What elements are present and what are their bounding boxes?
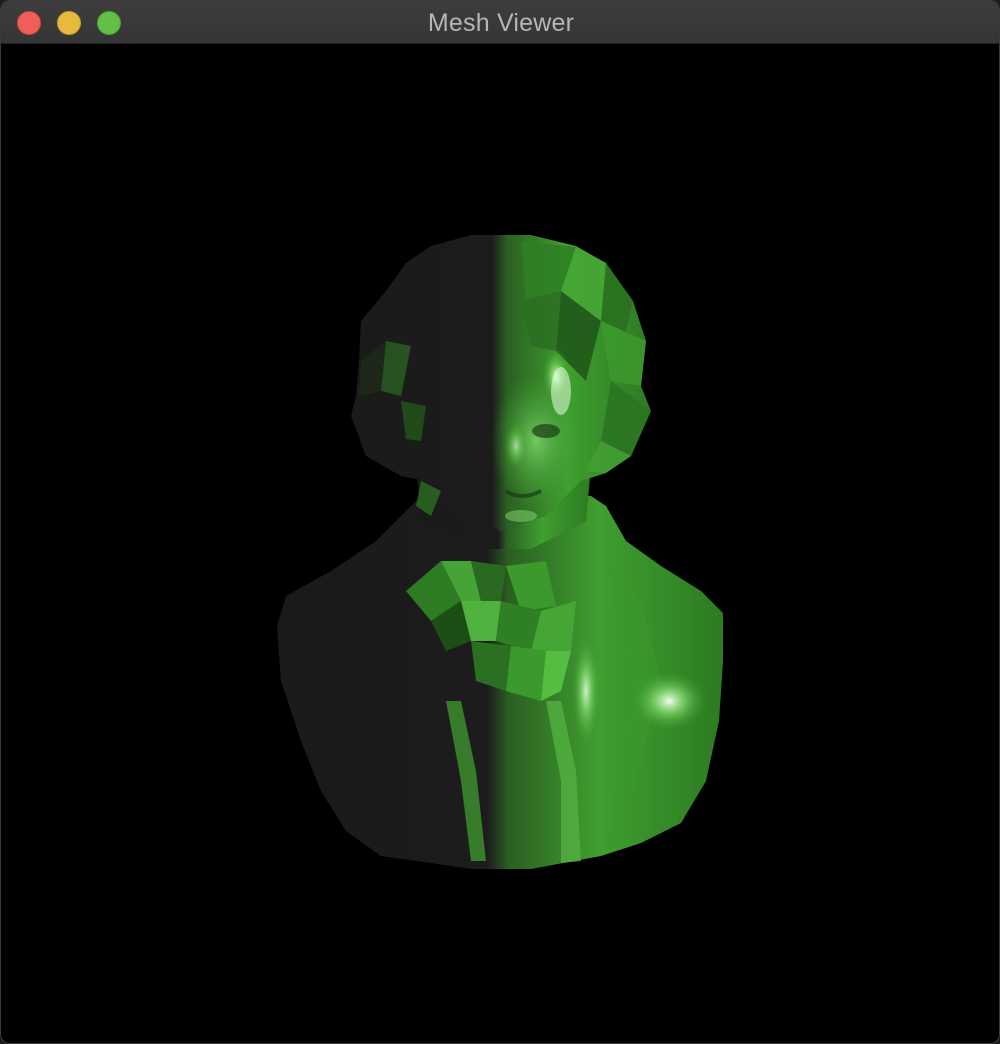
window-title: Mesh Viewer — [427, 9, 575, 37]
bust-model — [277, 235, 723, 869]
mesh-viewer-window: Mesh Viewer — [0, 0, 1000, 1044]
render-viewport[interactable] — [1, 44, 999, 1043]
title-bar[interactable]: Mesh Viewer — [1, 1, 999, 44]
